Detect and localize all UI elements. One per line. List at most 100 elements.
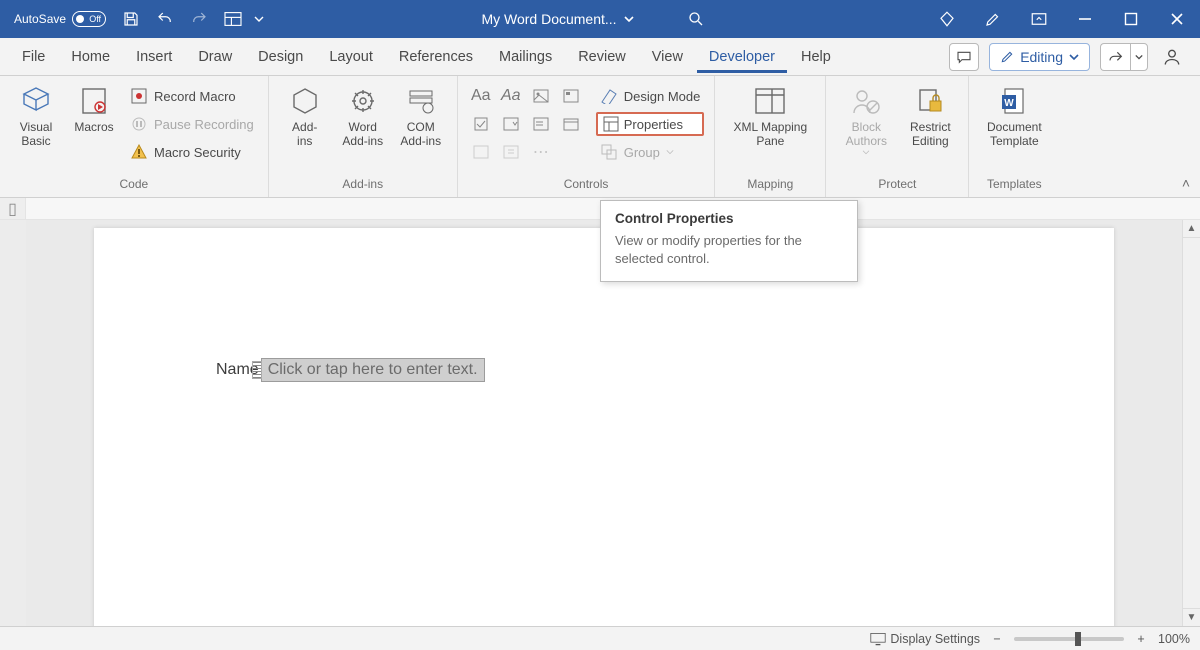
tab-developer[interactable]: Developer <box>697 41 787 73</box>
chevron-down-icon <box>1069 52 1079 62</box>
display-settings-button[interactable]: Display Settings <box>870 632 980 646</box>
group-protect: Block Authors Restrict Editing Protect <box>826 76 969 197</box>
chevron-down-icon <box>623 13 635 25</box>
maximize-button[interactable] <box>1108 0 1154 38</box>
legacy-control-icon <box>498 140 524 164</box>
scroll-up-icon[interactable]: ▲ <box>1183 220 1200 238</box>
tab-mailings[interactable]: Mailings <box>487 41 564 73</box>
gear-icon <box>346 84 380 118</box>
checkbox-control-icon[interactable] <box>468 112 494 136</box>
group-addins: Add- ins Word Add-ins COM Add-ins Add-in… <box>269 76 458 197</box>
macros-button[interactable]: Macros <box>68 80 120 134</box>
word-addins-button[interactable]: Word Add-ins <box>337 80 389 148</box>
diamond-icon[interactable] <box>924 0 970 38</box>
controls-gallery: Aa Aa ⋯ <box>468 80 584 164</box>
group-templates: W Document Template Templates <box>969 76 1059 197</box>
undo-button[interactable] <box>148 0 182 38</box>
datepicker-control-icon[interactable] <box>558 112 584 136</box>
dropdown-control-icon[interactable] <box>528 112 554 136</box>
tab-file[interactable]: File <box>10 41 57 73</box>
zoom-in-button[interactable]: + <box>1134 632 1148 646</box>
svg-text:W: W <box>1005 98 1015 109</box>
tab-design[interactable]: Design <box>246 41 315 73</box>
chevron-down-icon <box>666 148 674 156</box>
editing-mode-button[interactable]: Editing <box>989 43 1090 71</box>
close-button[interactable] <box>1154 0 1200 38</box>
design-mode-button[interactable]: Design Mode <box>596 84 705 108</box>
building-block-control-icon[interactable] <box>558 84 584 108</box>
ribbon: Visual Basic Macros Record Macro Pause R… <box>0 76 1200 198</box>
collapse-ribbon-button[interactable]: ˄ <box>1182 175 1190 191</box>
tab-home[interactable]: Home <box>59 41 122 73</box>
tab-view[interactable]: View <box>640 41 695 73</box>
visual-basic-button[interactable]: Visual Basic <box>10 80 62 148</box>
macro-security-button[interactable]: Macro Security <box>126 140 258 164</box>
properties-icon <box>602 115 620 133</box>
scroll-down-icon[interactable]: ▼ <box>1183 608 1200 626</box>
comments-button[interactable] <box>949 43 979 71</box>
group-controls-button: Group <box>596 140 705 164</box>
group-label: Templates <box>987 175 1042 195</box>
search-button[interactable] <box>681 10 711 28</box>
brush-icon[interactable] <box>970 0 1016 38</box>
qat-dropdown-button[interactable] <box>250 0 268 38</box>
monitor-icon <box>870 632 886 646</box>
group-label: Code <box>120 175 149 195</box>
tab-references[interactable]: References <box>387 41 485 73</box>
group-label: Add-ins <box>342 175 383 195</box>
picture-control-icon[interactable] <box>528 84 554 108</box>
autosave-label: AutoSave <box>14 12 66 26</box>
zoom-level[interactable]: 100% <box>1158 632 1190 646</box>
block-authors-icon <box>849 84 883 118</box>
ribbon-tabs: File Home Insert Draw Design Layout Refe… <box>0 38 1200 76</box>
vertical-scrollbar[interactable]: ▲ ▼ <box>1182 220 1200 626</box>
save-button[interactable] <box>114 0 148 38</box>
status-bar: Display Settings − + 100% <box>0 626 1200 650</box>
redo-button[interactable] <box>182 0 216 38</box>
vertical-ruler <box>0 220 26 626</box>
word-template-icon: W <box>997 84 1031 118</box>
minimize-button[interactable] <box>1062 0 1108 38</box>
account-button[interactable] <box>1158 47 1186 67</box>
tab-review[interactable]: Review <box>566 41 638 73</box>
xml-pane-icon <box>753 84 787 118</box>
tab-draw[interactable]: Draw <box>186 41 244 73</box>
quick-styles-button[interactable] <box>216 0 250 38</box>
content-control-placeholder: Click or tap here to enter text. <box>268 361 478 378</box>
restrict-editing-button[interactable]: Restrict Editing <box>902 80 958 148</box>
tab-insert[interactable]: Insert <box>124 41 184 73</box>
tooltip-title: Control Properties <box>615 211 843 226</box>
document-template-button[interactable]: W Document Template <box>979 80 1049 148</box>
ruler-corner-icon[interactable]: ▯ <box>0 198 26 219</box>
visual-basic-icon <box>19 84 53 118</box>
xml-mapping-button[interactable]: XML Mapping Pane <box>725 80 815 148</box>
zoom-slider[interactable] <box>1014 637 1124 641</box>
list-gear-icon <box>404 84 438 118</box>
tab-layout[interactable]: Layout <box>317 41 385 73</box>
properties-button[interactable]: Properties <box>596 112 705 136</box>
record-icon <box>130 87 148 105</box>
legacy-tools-icon: ⋯ <box>528 140 554 164</box>
hexagon-icon <box>288 84 322 118</box>
block-authors-button: Block Authors <box>836 80 896 156</box>
tab-help[interactable]: Help <box>789 41 843 73</box>
document-title[interactable]: My Word Document... <box>481 11 616 27</box>
plaintext-control-icon[interactable]: Aa <box>498 84 524 108</box>
richtext-control-icon[interactable]: Aa <box>468 84 494 108</box>
com-addins-button[interactable]: COM Add-ins <box>395 80 447 148</box>
document-page[interactable]: Name Click or tap here to enter text. <box>94 228 1114 626</box>
content-control[interactable]: Click or tap here to enter text. <box>261 358 485 382</box>
addins-button[interactable]: Add- ins <box>279 80 331 148</box>
combobox-control-icon[interactable] <box>498 112 524 136</box>
tooltip-body: View or modify properties for the select… <box>615 232 843 267</box>
autosave-toggle[interactable]: AutoSave Off <box>4 11 114 27</box>
share-button[interactable] <box>1100 43 1148 71</box>
record-macro-button[interactable]: Record Macro <box>126 84 258 108</box>
content-control-handle-icon[interactable] <box>252 361 262 379</box>
macros-icon <box>77 84 111 118</box>
ribbon-mode-button[interactable] <box>1016 0 1062 38</box>
zoom-out-button[interactable]: − <box>990 632 1004 646</box>
chevron-down-icon <box>862 150 870 156</box>
title-bar: AutoSave Off My Word Document... <box>0 0 1200 38</box>
pause-icon <box>130 115 148 133</box>
